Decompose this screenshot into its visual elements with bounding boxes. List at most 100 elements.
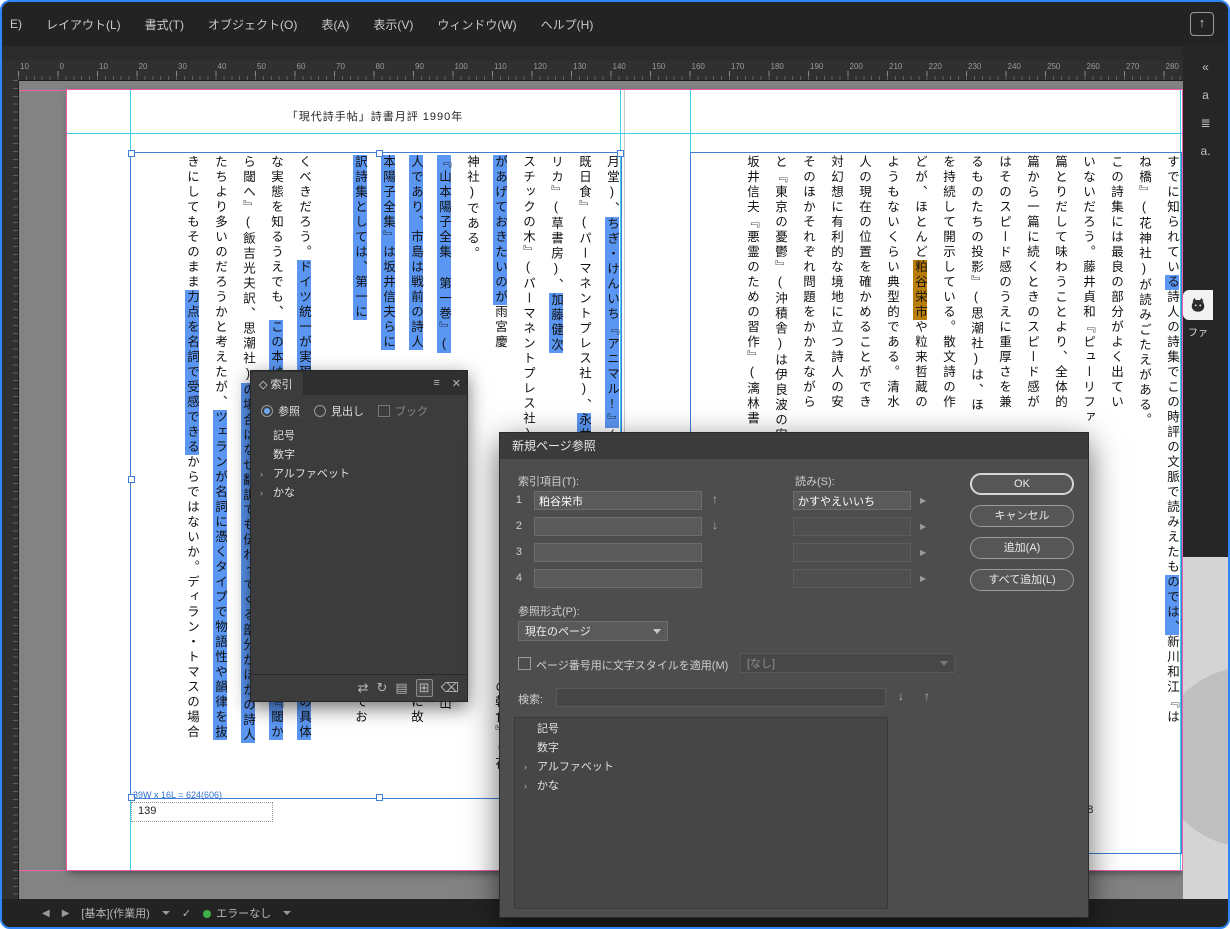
text-column[interactable]: きにしてもそのまま力点を名詞で受感できるからではないか。ディラン・トマスの場合 <box>183 155 200 798</box>
share-icon[interactable]: ↑ <box>1190 12 1214 36</box>
pages-panel-icon[interactable]: ≣ <box>1183 116 1228 130</box>
folio-frame-left[interactable]: 139 <box>131 802 273 822</box>
index-panel-footer: ⇄ ↻ ▤ ⊞ ⌫ <box>251 674 467 701</box>
menu-item-view[interactable]: 表示(V) <box>361 16 425 33</box>
topic-input-4[interactable] <box>534 569 702 588</box>
page-next-icon[interactable]: ▶ <box>62 908 70 919</box>
search-result-list: 記号 数字 › アルファベット ›かな <box>514 717 888 909</box>
frame-handle[interactable] <box>128 476 135 483</box>
frame-handle[interactable] <box>376 794 383 801</box>
horizontal-ruler[interactable]: 1001020304050607080901001101201301401501… <box>18 60 1183 81</box>
text-run: くべきだろう。 <box>297 155 311 260</box>
topic-input-3[interactable] <box>534 543 702 562</box>
yomi-input-4[interactable] <box>793 569 911 588</box>
topic-input-1[interactable] <box>534 491 702 510</box>
sort-up-icon[interactable]: ↑ <box>712 492 718 506</box>
chevron-down-icon[interactable] <box>283 911 291 915</box>
apply-char-style-checkbox[interactable] <box>518 657 531 670</box>
index-list-item[interactable]: 数字 <box>251 446 467 465</box>
yomi-input-1[interactable] <box>793 491 911 510</box>
yomi-input-3[interactable] <box>793 543 911 562</box>
cancel-button[interactable]: キャンセル <box>970 505 1074 527</box>
ok-button[interactable]: OK <box>970 473 1074 495</box>
text-column[interactable]: すでに知られている詩人の詩集でこの時評の文脈で読みえたものでは、新川和江『は <box>1163 155 1180 853</box>
search-up-icon[interactable]: ↑ <box>924 689 930 703</box>
disclosure-triangle-icon[interactable]: › <box>524 777 527 796</box>
paragraph-panel-icon[interactable]: a. <box>1183 144 1228 158</box>
search-list-item-label: アルファベット <box>537 761 614 773</box>
disclosure-triangle-icon[interactable]: › <box>260 465 263 484</box>
char-style-select[interactable]: [なし] <box>740 653 955 673</box>
yomi-input-2[interactable] <box>793 517 911 536</box>
menu-item-window[interactable]: ウィンドウ(W) <box>425 16 528 33</box>
add-all-button[interactable]: すべて追加(L) <box>970 569 1074 591</box>
flyout-triangle-icon[interactable]: ▶ <box>920 548 926 557</box>
dialog-title[interactable]: 新規ページ参照 <box>500 433 1088 459</box>
character-panel-icon[interactable]: a <box>1183 88 1228 102</box>
add-button[interactable]: 追加(A) <box>970 537 1074 559</box>
menu-item-edit-partial[interactable]: E) <box>2 17 34 31</box>
search-input[interactable] <box>556 688 886 707</box>
dock-collapse-icon[interactable]: « <box>1183 60 1228 74</box>
generate-index-icon[interactable]: ▤ <box>395 680 407 696</box>
ref-format-value: 現在のページ <box>525 623 591 639</box>
sort-down-icon[interactable]: ↓ <box>712 518 718 532</box>
page-prev-icon[interactable]: ◀ <box>42 908 50 919</box>
cat-panel-tab[interactable] <box>1183 290 1213 320</box>
topic-input-2[interactable] <box>534 517 702 536</box>
flyout-triangle-icon[interactable]: ▶ <box>920 522 926 531</box>
ruler-tick-label: 160 <box>692 62 705 71</box>
menu-item-table[interactable]: 表(A) <box>309 16 361 33</box>
dock-background-block <box>1183 557 1228 899</box>
ruler-tick-label: 130 <box>573 62 586 71</box>
text-run: そのほかそれぞれ問題をかかえながら <box>801 155 815 410</box>
right-panel-dock: « a ≣ a. ファ <box>1183 46 1228 899</box>
running-head-title[interactable]: 「現代詩手帖」詩書月評 1990年 <box>130 108 620 124</box>
frame-handle[interactable] <box>617 150 624 157</box>
text-column[interactable]: この詩集には最良の部分がよく出てい <box>1107 155 1124 853</box>
panel-menu-icon[interactable]: ≡ <box>427 377 445 389</box>
preflight-preset[interactable]: [基本](作業用) <box>81 905 149 921</box>
ruler-tick-label: 10 <box>20 62 29 71</box>
menu-item-layout[interactable]: レイアウト(L) <box>34 16 133 33</box>
menu-item-object[interactable]: オブジェクト(O) <box>196 16 309 33</box>
delete-entry-icon[interactable]: ⌫ <box>441 680 459 696</box>
checkbox-book[interactable]: ブック <box>378 403 428 419</box>
text-column[interactable]: たちより多いのだろうかと考えたが、ツェランが名詞に憑くタイプで物語性や韻律を抜 <box>211 155 228 798</box>
radio-reference[interactable]: 参照 <box>261 403 300 419</box>
index-list-item[interactable]: 記号 <box>251 427 467 446</box>
guide-header-horizontal[interactable] <box>67 133 1182 134</box>
index-panel-tab[interactable]: ◇ 索引 <box>251 372 303 395</box>
update-preview-icon[interactable]: ↻ <box>377 680 388 696</box>
text-column[interactable]: ね橋』(花神社)が読みごたえがある。 <box>1135 155 1152 853</box>
flyout-triangle-icon[interactable]: ▶ <box>920 574 926 583</box>
search-list-item[interactable]: 数字 <box>515 739 887 758</box>
ref-format-select[interactable]: 現在のページ <box>518 621 668 641</box>
search-list-item[interactable]: 記号 <box>515 720 887 739</box>
text-run: この詩集には最良の部分がよく出てい <box>1109 155 1123 410</box>
index-list-item[interactable]: ›かな <box>251 484 467 503</box>
flyout-triangle-icon[interactable]: ▶ <box>920 496 926 505</box>
app-bar <box>2 46 1228 60</box>
disclosure-triangle-icon[interactable]: › <box>524 758 527 777</box>
selected-text-run: ツェランが名詞に憑くタイプで物語性や韻律を抜 <box>213 410 227 740</box>
index-list-item[interactable]: ›アルファベット <box>251 465 467 484</box>
create-page-reference-icon[interactable]: ⇄ <box>358 680 369 696</box>
new-index-entry-icon[interactable]: ⊞ <box>416 679 433 697</box>
frame-handle[interactable] <box>128 150 135 157</box>
menu-item-type[interactable]: 書式(T) <box>133 16 196 33</box>
preflight-status[interactable]: エラーなし <box>203 905 271 921</box>
ruler-origin[interactable] <box>2 60 19 81</box>
chevron-down-icon[interactable] <box>162 911 170 915</box>
disclosure-triangle-icon[interactable]: › <box>260 484 263 503</box>
close-icon[interactable]: ✕ <box>446 377 467 390</box>
menu-item-help[interactable]: ヘルプ(H) <box>529 16 606 33</box>
vertical-ruler[interactable] <box>2 80 19 899</box>
search-down-icon[interactable]: ↓ <box>898 689 904 703</box>
ruler-tick-label: 30 <box>178 62 187 71</box>
search-list-item[interactable]: › アルファベット <box>515 758 887 777</box>
index-panel-header[interactable]: ◇ 索引 ≡ ✕ <box>251 371 467 395</box>
search-list-item[interactable]: ›かな <box>515 777 887 796</box>
radio-heading[interactable]: 見出し <box>314 403 364 419</box>
frame-handle[interactable] <box>376 150 383 157</box>
